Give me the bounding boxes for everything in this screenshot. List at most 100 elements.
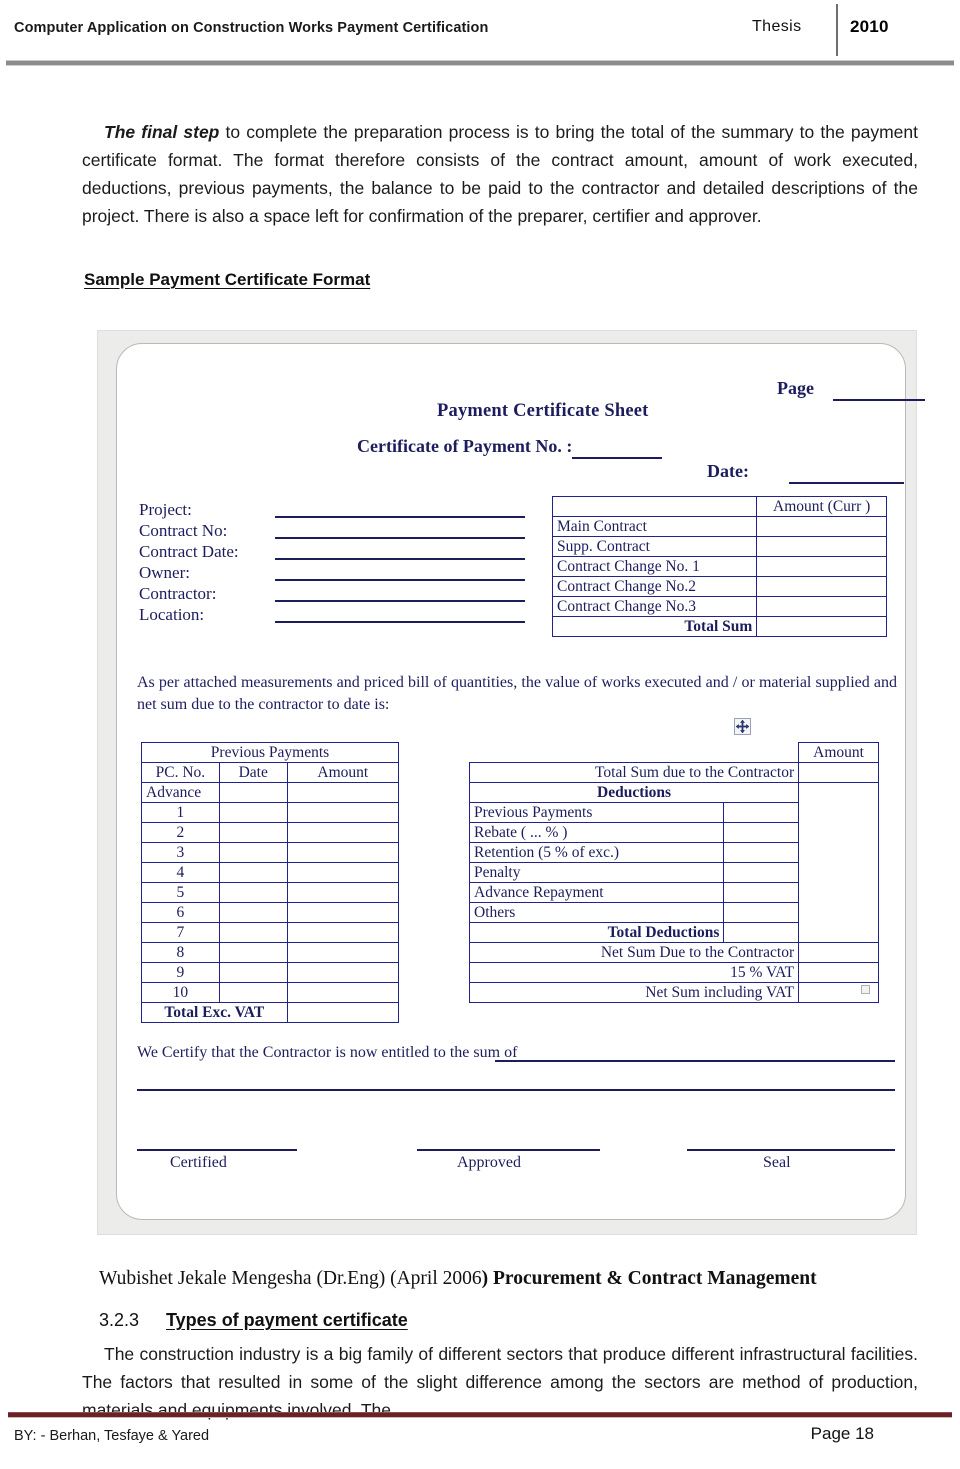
table-row: 1: [141, 802, 400, 823]
contract-value-main[interactable]: [756, 516, 887, 537]
paragraph-final-step: The final step to complete the preparati…: [82, 118, 918, 230]
table-row: Main Contract: [551, 516, 887, 537]
move-handle-icon[interactable]: [734, 718, 751, 735]
contract-value-change-3[interactable]: [756, 596, 887, 617]
contract-row-total-sum: Total Sum: [551, 616, 758, 637]
page-blank-line: [833, 399, 925, 401]
page-header: Computer Application on Construction Wor…: [0, 0, 960, 60]
contract-row-change-1: Contract Change No. 1: [551, 556, 758, 577]
previous-payments-date-4[interactable]: [218, 862, 288, 883]
previous-payments-amount-9[interactable]: [286, 962, 400, 983]
table-row: Total Exc. VAT: [141, 1002, 400, 1023]
previous-payments-amount-10[interactable]: [286, 982, 400, 1003]
table-row: Previous Payments: [141, 742, 399, 763]
previous-payments-amount-8[interactable]: [286, 942, 400, 963]
deductions-row-net-sum-due: Net Sum Due to the Contractor: [468, 942, 800, 963]
table-row: 9: [141, 962, 400, 983]
table-row: Amount (Curr ): [551, 496, 887, 517]
footer-authors: BY: - Berhan, Tesfaye & Yared: [14, 1428, 210, 1444]
previous-payments-amount-3[interactable]: [286, 842, 400, 863]
form-certificate-no-label: Certificate of Payment No. :: [357, 436, 573, 456]
previous-payments-date-1[interactable]: [218, 802, 288, 823]
previous-payments-date-3[interactable]: [218, 842, 288, 863]
previous-payments-amount-advance[interactable]: [286, 782, 400, 803]
project-label-owner: Owner:: [139, 563, 190, 582]
previous-payments-amount-4[interactable]: [286, 862, 400, 883]
previous-payments-table[interactable]: Previous Payments PC. No. Date Amount Ad…: [141, 742, 400, 1023]
deductions-value-advance-repayment[interactable]: [723, 882, 800, 903]
running-header-doc-type: Thesis: [752, 18, 802, 35]
previous-payments-amount-7[interactable]: [286, 922, 400, 943]
deductions-value-net-sum-due[interactable]: [798, 942, 879, 963]
deductions-amount-header: Amount: [798, 742, 879, 763]
previous-payments-total-amount[interactable]: [286, 1002, 400, 1023]
table-row: 4: [141, 862, 400, 883]
deductions-amount-merged-cell[interactable]: [798, 782, 879, 943]
deductions-value-vat[interactable]: [798, 962, 879, 983]
previous-payments-date-6[interactable]: [218, 902, 288, 923]
form-page-label: Page: [777, 378, 814, 398]
certify-sum-blank-line-1: [495, 1060, 895, 1062]
deductions-value-retention[interactable]: [723, 842, 800, 863]
contract-value-change-2[interactable]: [756, 576, 887, 597]
previous-payments-date-5[interactable]: [218, 882, 288, 903]
table-row: Advance: [141, 782, 400, 803]
table-row: Total Sum due to the Contractor: [468, 762, 879, 783]
deductions-row-others: Others: [468, 902, 725, 923]
certificate-no-blank-line: [572, 457, 662, 459]
deductions-row-previous-payments: Previous Payments: [468, 802, 725, 823]
deductions-table[interactable]: Amount Total Sum due to the Contractor D…: [468, 742, 879, 1003]
previous-payments-date-7[interactable]: [218, 922, 288, 943]
table-row: 10: [141, 982, 400, 1003]
previous-payments-col-pc-no: PC. No.: [141, 762, 220, 783]
previous-payments-total-exc-vat: Total Exc. VAT: [141, 1002, 288, 1023]
previous-payments-row-advance: Advance: [141, 782, 220, 803]
previous-payments-row-6: 6: [141, 902, 220, 923]
previous-payments-amount-6[interactable]: [286, 902, 400, 923]
signature-line-approved: [417, 1149, 600, 1151]
deductions-value-total-sum-due[interactable]: [798, 762, 879, 783]
project-label-contract-date: Contract Date:: [139, 542, 239, 561]
previous-payments-amount-1[interactable]: [286, 802, 400, 823]
project-label-project: Project:: [139, 500, 192, 519]
deductions-row-rebate: Rebate ( ... % ): [468, 822, 725, 843]
signature-line-certified: [137, 1149, 297, 1151]
previous-payments-amount-2[interactable]: [286, 822, 400, 843]
contract-value-change-1[interactable]: [756, 556, 887, 577]
project-field-labels: Project: Contract No: Contract Date: Own…: [139, 499, 239, 625]
running-header-title: Computer Application on Construction Wor…: [14, 20, 489, 36]
deductions-value-others[interactable]: [723, 902, 800, 923]
contract-value-total-sum[interactable]: [756, 616, 887, 637]
project-label-contract-no: Contract No:: [139, 521, 228, 540]
previous-payments-row-1: 1: [141, 802, 220, 823]
resize-handle-icon[interactable]: [861, 985, 870, 994]
deductions-value-total-deductions[interactable]: [723, 922, 800, 943]
deductions-empty-corner-2: [724, 743, 799, 763]
previous-payments-col-amount: Amount: [286, 762, 400, 783]
payment-certificate-form-object[interactable]: Payment Certificate Sheet Page Certifica…: [97, 330, 925, 1235]
previous-payments-row-2: 2: [141, 822, 220, 843]
payment-certificate-sheet: Payment Certificate Sheet Page Certifica…: [116, 343, 925, 1220]
table-row: 3: [141, 842, 400, 863]
previous-payments-date-10[interactable]: [218, 982, 288, 1003]
previous-payments-date-8[interactable]: [218, 942, 288, 963]
previous-payments-row-7: 7: [141, 922, 220, 943]
date-blank-line: [789, 482, 904, 484]
previous-payments-amount-5[interactable]: [286, 882, 400, 903]
deductions-empty-corner-1: [470, 743, 724, 763]
footer-page-number: Page 18: [810, 1424, 874, 1443]
project-label-contractor: Contractor:: [139, 584, 217, 603]
previous-payments-date-advance[interactable]: [218, 782, 288, 803]
deductions-value-previous-payments[interactable]: [723, 802, 800, 823]
contract-row-change-2: Contract Change No.2: [551, 576, 758, 597]
previous-payments-date-9[interactable]: [218, 962, 288, 983]
paragraph-lead-in: The final step: [104, 122, 220, 142]
contract-amounts-table[interactable]: Amount (Curr ) Main Contract Supp. Contr…: [551, 496, 887, 637]
deductions-value-penalty[interactable]: [723, 862, 800, 883]
previous-payments-date-2[interactable]: [218, 822, 288, 843]
contract-date-blank-line: [275, 558, 525, 560]
contract-value-supp[interactable]: [756, 536, 887, 557]
citation-work-title: ) Procurement & Contract Management: [481, 1268, 817, 1289]
deductions-value-rebate[interactable]: [723, 822, 800, 843]
project-blank-line: [275, 516, 525, 518]
